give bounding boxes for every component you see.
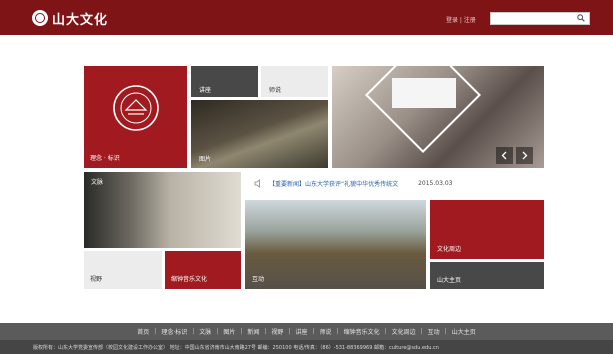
nav-literature[interactable]: 文脉 xyxy=(199,327,211,336)
tile-label: 山大主页 xyxy=(437,277,462,284)
tile-culture-weekly[interactable]: 文化周边 xyxy=(430,200,544,259)
tile-vision[interactable]: 视野 xyxy=(84,251,162,289)
tile-label: 图片 xyxy=(199,156,212,163)
tile-classical-music[interactable]: 缩钟音乐文化 xyxy=(165,251,241,289)
tile-sdu-home[interactable]: 山大主页 xyxy=(430,262,544,289)
seal-icon xyxy=(32,10,48,26)
bottom-nav: 首页 | 理念·标识 | 文脉 | 图片 | 新闻 | 视野 | 讲座 | 师说 | 缩钟音乐文… xyxy=(0,323,613,340)
nav-masters[interactable]: 师说 xyxy=(320,327,332,336)
sdu-emblem-icon xyxy=(113,85,159,131)
search-icon[interactable] xyxy=(577,14,585,22)
tile-label: 讲座 xyxy=(199,87,212,94)
tile-philosophy[interactable]: 理念 · 标识 xyxy=(84,66,187,168)
nav-news[interactable]: 新闻 xyxy=(247,327,259,336)
tile-label: 文化周边 xyxy=(437,246,462,253)
slider-calligraphy-image xyxy=(392,78,456,108)
tile-interaction[interactable]: 互动 xyxy=(245,200,426,289)
news-ticker: 【重要新闻】山东大学获评“礼貌中华优秀传统文 2015.03.03 xyxy=(254,178,452,188)
tile-label: 文脉 xyxy=(91,179,104,186)
speaker-icon xyxy=(254,178,260,188)
tile-lecture[interactable]: 讲座 xyxy=(191,66,258,97)
nav-interaction[interactable]: 互动 xyxy=(428,327,440,336)
tile-literature[interactable]: 文脉 xyxy=(84,172,241,248)
nav-classical-music[interactable]: 缩钟音乐文化 xyxy=(344,327,380,336)
tile-pictures[interactable]: 图片 xyxy=(191,100,328,168)
nav-pictures[interactable]: 图片 xyxy=(223,327,235,336)
slider-next-button[interactable] xyxy=(516,147,533,164)
login-register-link[interactable]: 登录 | 注册 xyxy=(446,15,476,24)
slider-prev-button[interactable] xyxy=(496,147,513,164)
chevron-right-icon xyxy=(522,151,528,160)
tile-masters[interactable]: 师说 xyxy=(261,66,328,97)
nav-philosophy[interactable]: 理念·标识 xyxy=(161,327,187,336)
news-date: 2015.03.03 xyxy=(418,179,453,187)
nav-sdu-home[interactable]: 山大主页 xyxy=(452,327,476,336)
footer: 版权所有：山东大学党委宣传部（校园文化建设工作办公室） 地址：中国山东省济南市山… xyxy=(0,340,613,354)
site-logo[interactable]: 山大文化 xyxy=(32,9,109,28)
search-box xyxy=(490,12,590,33)
tile-label: 理念 · 标识 xyxy=(90,155,120,162)
nav-culture-weekly[interactable]: 文化周边 xyxy=(392,327,416,336)
nav-home[interactable]: 首页 xyxy=(137,327,149,336)
nav-vision[interactable]: 视野 xyxy=(271,327,283,336)
logo-text: 山大文化 xyxy=(52,12,109,28)
news-headline-link[interactable]: 【重要新闻】山东大学获评“礼貌中华优秀传统文 xyxy=(269,179,398,188)
search-input[interactable] xyxy=(491,21,579,33)
tile-label: 互动 xyxy=(252,276,265,283)
nav-lecture[interactable]: 讲座 xyxy=(295,327,307,336)
tile-label: 师说 xyxy=(269,87,282,94)
footer-info: 版权所有：山东大学党委宣传部（校园文化建设工作办公室） 地址：中国山东省济南市山… xyxy=(33,345,439,351)
tile-label: 视野 xyxy=(90,276,103,283)
chevron-left-icon xyxy=(501,151,507,160)
tile-label: 缩钟音乐文化 xyxy=(171,276,208,283)
